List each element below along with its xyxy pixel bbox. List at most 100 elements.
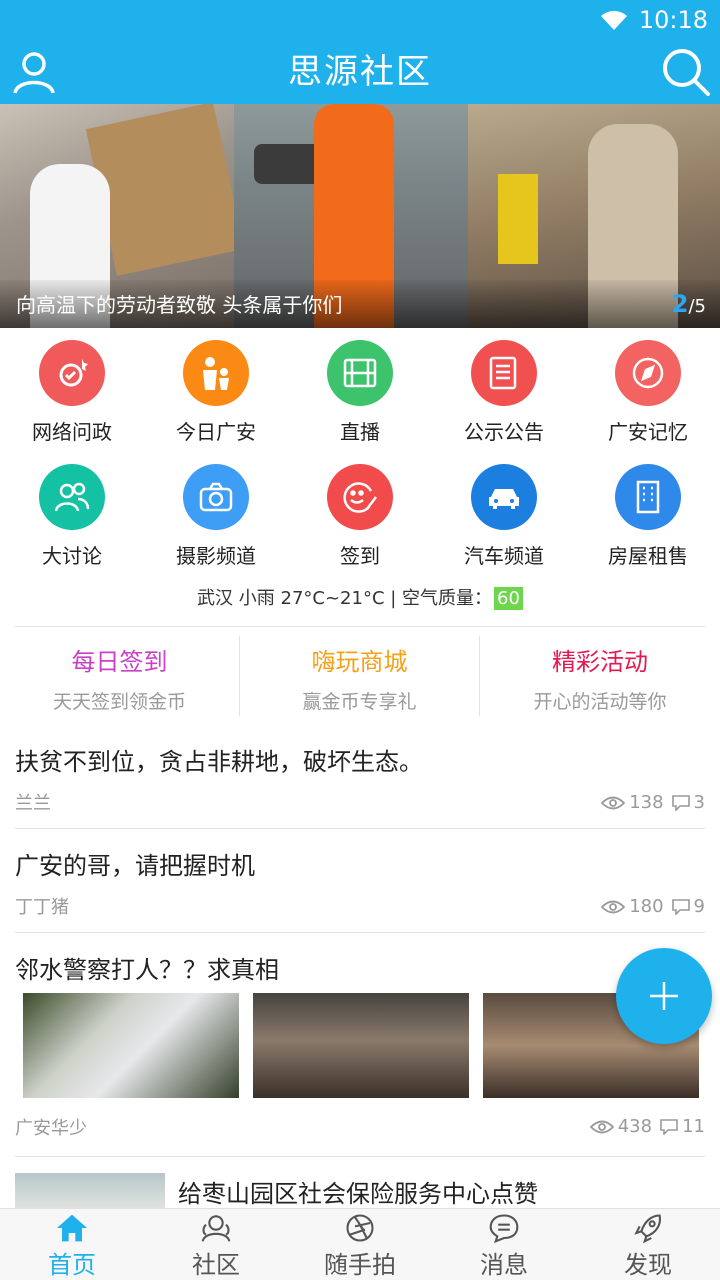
post-stats: 138 3 bbox=[601, 792, 705, 813]
post-stats: 438 11 bbox=[589, 1116, 705, 1137]
post-thumbnail[interactable] bbox=[253, 993, 469, 1098]
grid-item-photography[interactable]: 摄影频道 bbox=[144, 460, 288, 584]
grid-item-housing[interactable]: 房屋租售 bbox=[576, 460, 720, 584]
grid-item-live[interactable]: 直播 bbox=[288, 336, 432, 460]
grid-item-announcements[interactable]: 公示公告 bbox=[432, 336, 576, 460]
grid-icon-bg bbox=[615, 464, 681, 530]
views-count: 180 bbox=[629, 896, 664, 917]
post-title: 扶贫不到位，贪占非耕地，破坏生态。 bbox=[15, 748, 423, 776]
post-thumbnail[interactable] bbox=[15, 1173, 165, 1213]
film-icon bbox=[343, 358, 377, 388]
rocket-icon bbox=[634, 1214, 662, 1243]
post-title: 广安的哥，请把握时机 bbox=[15, 852, 255, 880]
views-stat: 138 bbox=[601, 792, 664, 813]
grid-label: 今日广安 bbox=[176, 420, 256, 444]
comments-count: 3 bbox=[693, 792, 705, 813]
grid-icon-bg bbox=[327, 340, 393, 406]
divider bbox=[15, 932, 705, 933]
comment-icon bbox=[671, 794, 690, 811]
aperture-icon bbox=[346, 1214, 374, 1242]
nav-label: 社区 bbox=[192, 1251, 240, 1279]
post-thumbnail[interactable] bbox=[23, 993, 239, 1098]
post-title: 给枣山园区社会保险服务中心点赞 bbox=[178, 1180, 538, 1208]
building-icon bbox=[636, 480, 660, 514]
promo-row: 每日签到 天天签到领金币 嗨玩商城 赢金币专享礼 精彩活动 开心的活动等你 bbox=[0, 636, 720, 716]
message-icon bbox=[489, 1214, 519, 1243]
nav-label: 随手拍 bbox=[324, 1251, 396, 1279]
list-item[interactable]: 给枣山园区社会保险服务中心点赞 bbox=[178, 1174, 705, 1209]
eye-icon bbox=[601, 796, 626, 809]
list-item[interactable]: 广安的哥，请把握时机 丁丁猪 180 9 bbox=[15, 846, 705, 932]
promo-events[interactable]: 精彩活动 开心的活动等你 bbox=[480, 636, 720, 716]
grid-icon-bg bbox=[39, 340, 105, 406]
grid-item-discussion[interactable]: 大讨论 bbox=[0, 460, 144, 584]
status-time: 10:18 bbox=[638, 6, 708, 34]
post-author: 广安华少 bbox=[15, 1118, 87, 1139]
weather-text: 武汉 小雨 27°C~21°C | 空气质量： bbox=[197, 588, 493, 609]
grid-label: 房屋租售 bbox=[608, 544, 688, 568]
certificate-icon bbox=[59, 359, 88, 387]
status-bar: 10:18 bbox=[599, 4, 708, 36]
page-title: 思源社区 bbox=[288, 52, 432, 92]
promo-title: 嗨玩商城 bbox=[311, 648, 408, 676]
grid-icon-bg bbox=[615, 340, 681, 406]
views-count: 138 bbox=[629, 792, 664, 813]
car-icon bbox=[489, 489, 519, 509]
wifi-icon bbox=[600, 10, 627, 30]
grid-label: 公示公告 bbox=[464, 420, 544, 444]
community-icon bbox=[201, 1215, 231, 1242]
banner-pager: 2/5 bbox=[671, 290, 706, 318]
smile-edit-icon bbox=[343, 482, 377, 513]
nav-item-home[interactable]: 首页 bbox=[0, 1209, 144, 1280]
compass-icon bbox=[632, 357, 664, 389]
search-button[interactable] bbox=[658, 44, 714, 100]
grid-item-network-politics[interactable]: 网络问政 bbox=[0, 336, 144, 460]
divider bbox=[15, 828, 705, 829]
new-post-button[interactable] bbox=[616, 948, 712, 1044]
grid-label: 签到 bbox=[340, 544, 380, 568]
promo-title: 精彩活动 bbox=[552, 648, 648, 676]
grid-label: 直播 bbox=[340, 420, 380, 444]
post-stats: 180 9 bbox=[601, 896, 705, 917]
promo-subtitle: 赢金币专享礼 bbox=[302, 691, 417, 713]
promo-mall[interactable]: 嗨玩商城 赢金币专享礼 bbox=[240, 636, 480, 716]
views-count: 438 bbox=[617, 1116, 653, 1137]
comments-stat: 11 bbox=[660, 1116, 705, 1137]
comment-icon bbox=[671, 898, 690, 915]
grid-item-today-guangan[interactable]: 今日广安 bbox=[144, 336, 288, 460]
promo-daily-checkin[interactable]: 每日签到 天天签到领金币 bbox=[0, 636, 240, 716]
nav-item-discover[interactable]: 发现 bbox=[576, 1209, 720, 1280]
comments-count: 9 bbox=[693, 896, 705, 917]
grid-icon-bg bbox=[471, 340, 537, 406]
divider bbox=[15, 1156, 705, 1157]
comments-stat: 3 bbox=[671, 792, 705, 813]
users-icon bbox=[54, 482, 90, 512]
grid-icon-bg bbox=[183, 340, 249, 406]
list-item[interactable]: 扶贫不到位，贪占非耕地，破坏生态。 兰兰 138 3 bbox=[15, 742, 705, 828]
views-stat: 180 bbox=[601, 896, 664, 917]
comment-icon bbox=[660, 1118, 678, 1135]
grid-item-checkin[interactable]: 签到 bbox=[288, 460, 432, 584]
search-icon bbox=[663, 49, 710, 96]
grid-icon-bg bbox=[471, 464, 537, 530]
aqi-badge: 60 bbox=[494, 587, 523, 610]
banner-carousel[interactable]: 向高温下的劳动者致敬 头条属于你们 2/5 bbox=[0, 104, 720, 328]
nav-label: 消息 bbox=[480, 1251, 528, 1279]
nav-item-snapshot[interactable]: 随手拍 bbox=[288, 1209, 432, 1280]
grid-icon-bg bbox=[39, 464, 105, 530]
nav-item-community[interactable]: 社区 bbox=[144, 1209, 288, 1280]
grid-label: 汽车频道 bbox=[464, 544, 544, 568]
nav-item-messages[interactable]: 消息 bbox=[432, 1209, 576, 1280]
promo-subtitle: 天天签到领金币 bbox=[52, 691, 186, 713]
grid-item-auto[interactable]: 汽车频道 bbox=[432, 460, 576, 584]
family-icon bbox=[203, 357, 229, 390]
bottom-navigation: 首页 社区 随手拍 消息 发现 bbox=[0, 1208, 720, 1280]
eye-icon bbox=[601, 900, 626, 913]
grid-label: 摄影频道 bbox=[176, 544, 256, 568]
grid-icon-bg bbox=[183, 464, 249, 530]
banner-caption: 向高温下的劳动者致敬 头条属于你们 bbox=[16, 293, 343, 317]
plus-icon bbox=[650, 982, 678, 1010]
nav-label: 发现 bbox=[624, 1251, 672, 1279]
grid-item-guangan-memory[interactable]: 广安记忆 bbox=[576, 336, 720, 460]
weather-bar: 武汉 小雨 27°C~21°C | 空气质量： 60 bbox=[0, 584, 720, 610]
